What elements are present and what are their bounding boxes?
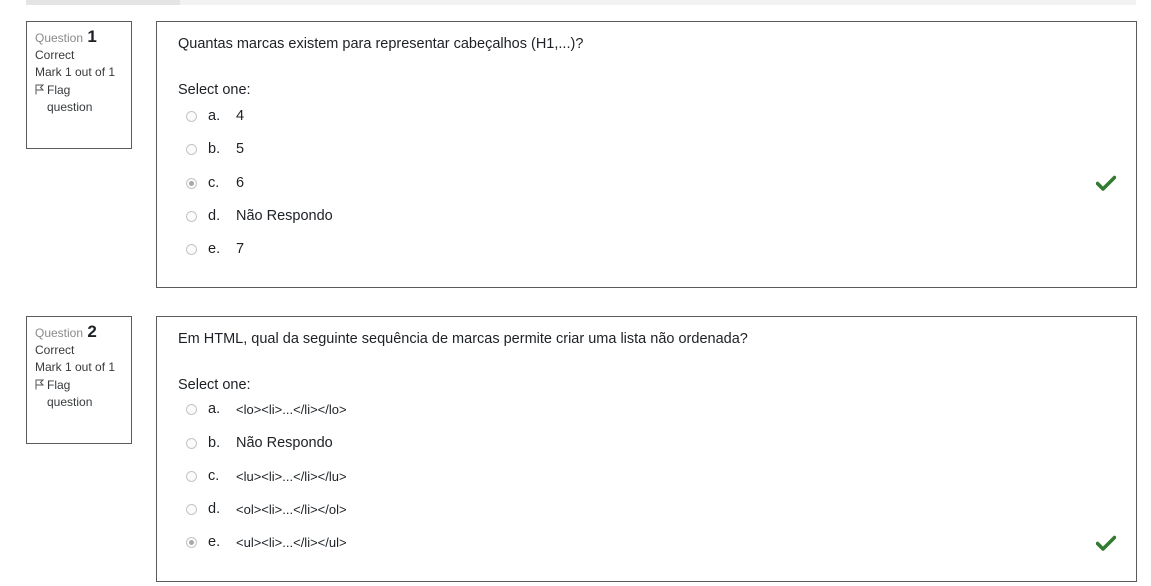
- question-2-text: Em HTML, qual da seguinte sequência de m…: [178, 331, 748, 347]
- radio-button-checked[interactable]: [186, 177, 197, 189]
- radio-button[interactable]: [186, 437, 197, 449]
- question-1-number: Question 1: [35, 27, 97, 46]
- flag-icon: [35, 84, 44, 95]
- check-icon: [1096, 175, 1116, 191]
- question-2-option-a[interactable]: a. <lo><li>...</li></lo>: [186, 399, 347, 419]
- question-1-option-a[interactable]: a. 4: [186, 106, 244, 126]
- question-1-option-e[interactable]: e. 7: [186, 239, 244, 259]
- question-1-state: Correct: [35, 48, 75, 62]
- radio-button[interactable]: [186, 503, 197, 515]
- question-1-text: Quantas marcas existem para representar …: [178, 36, 584, 52]
- check-icon: [1096, 535, 1116, 551]
- flag-question-1-button[interactable]: Flag question: [35, 82, 131, 116]
- radio-button[interactable]: [186, 210, 197, 222]
- top-strip-segment: [26, 0, 180, 5]
- question-2-option-e[interactable]: e. <ul><li>...</li></ul>: [186, 532, 347, 552]
- question-1-option-b[interactable]: b. 5: [186, 139, 244, 159]
- question-2-content: Em HTML, qual da seguinte sequência de m…: [156, 316, 1137, 582]
- radio-button[interactable]: [186, 243, 197, 255]
- question-2-option-b[interactable]: b. Não Respondo: [186, 433, 333, 453]
- question-2-mark: Mark 1 out of 1: [35, 360, 116, 374]
- question-2-state: Correct: [35, 343, 75, 357]
- question-1-option-d[interactable]: d. Não Respondo: [186, 206, 333, 226]
- radio-button[interactable]: [186, 470, 197, 482]
- top-navigation-strip: [26, 0, 1136, 5]
- radio-button[interactable]: [186, 110, 197, 122]
- question-1-mark: Mark 1 out of 1: [35, 65, 116, 79]
- radio-button-checked[interactable]: [186, 536, 197, 548]
- radio-button[interactable]: [186, 143, 197, 155]
- radio-button[interactable]: [186, 403, 197, 415]
- question-2-number: Question 2: [35, 322, 97, 341]
- question-2-option-d[interactable]: d. <ol><li>...</li></ol>: [186, 499, 347, 519]
- flag-question-2-button[interactable]: Flag question: [35, 377, 131, 411]
- question-2-prompt: Select one:: [178, 377, 251, 393]
- question-2-option-c[interactable]: c. <lu><li>...</li></lu>: [186, 466, 347, 486]
- question-1-content: Quantas marcas existem para representar …: [156, 21, 1137, 288]
- flag-icon: [35, 379, 44, 390]
- question-1-option-c[interactable]: c. 6: [186, 173, 244, 193]
- question-1-prompt: Select one:: [178, 82, 251, 98]
- question-2-info: Question 2 Correct Mark 1 out of 1 Flag q…: [26, 316, 132, 444]
- question-1-info: Question 1 Correct Mark 1 out of 1 Flag q…: [26, 21, 132, 149]
